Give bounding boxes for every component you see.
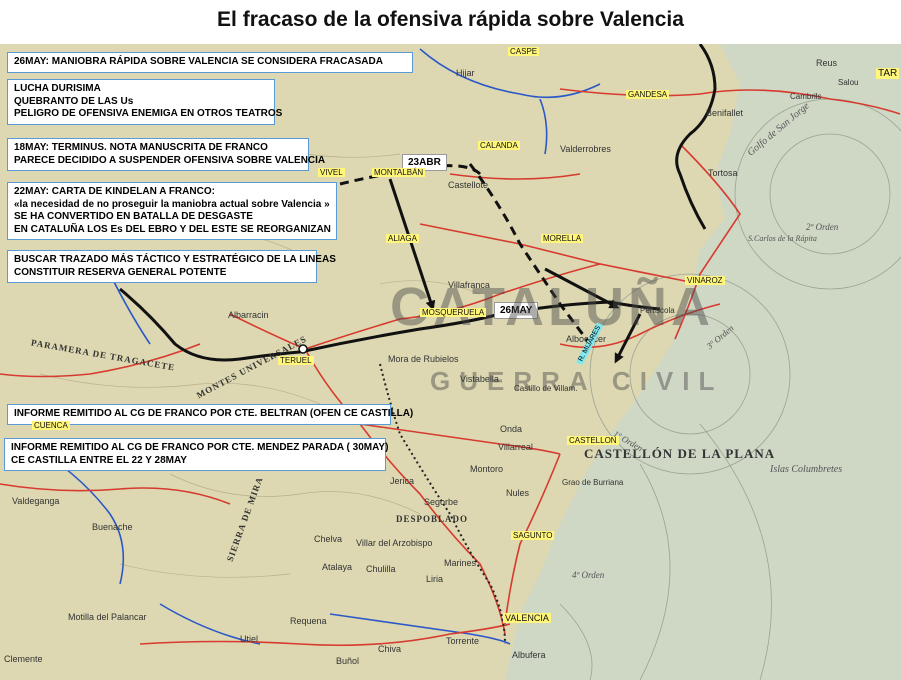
place-albufera: Albufera <box>512 650 546 660</box>
place-torrente: Torrente <box>446 636 480 646</box>
place-montalban: MONTALBÁN <box>372 168 426 177</box>
place-buenache: Buenache <box>92 522 133 532</box>
note-box-3: 18MAY: TERMINUS. NOTA MANUSCRITA DE FRAN… <box>7 138 326 171</box>
sea-orden4: 4º Orden <box>572 570 605 580</box>
place-valderrobres: Valderrobres <box>560 144 611 154</box>
note-line: INFORME REMITIDO AL CG DE FRANCO POR CTE… <box>11 442 389 453</box>
note-box-1: 26MAY: MANIOBRA RÁPIDA SOBRE VALENCIA SE… <box>7 52 413 73</box>
note-line: INFORME REMITIDO AL CG DE FRANCO POR CTE… <box>14 408 414 419</box>
note-box-7: INFORME REMITIDO AL CG DE FRANCO POR CTE… <box>4 438 389 471</box>
place-marines: Marines <box>444 558 477 568</box>
note-line: 22MAY: CARTA DE KINDELAN A FRANCO: <box>14 186 215 197</box>
place-villarreal: Villarreal <box>498 442 533 452</box>
note-line: CE CASTILLA ENTRE EL 22 Y 28MAY <box>11 454 187 466</box>
note-line: «la necesidad de no proseguir la maniobr… <box>14 198 330 210</box>
place-vistabella: Vistabella <box>460 374 499 384</box>
place-chulilla: Chulilla <box>366 564 396 574</box>
place-aliaga: ALIAGA <box>386 234 419 243</box>
page-title: El fracaso de la ofensiva rápida sobre V… <box>217 8 684 31</box>
place-teruel: TERUEL <box>278 356 314 365</box>
note-line: EN CATALUÑA LOS Es DEL EBRO Y DEL ESTE S… <box>14 223 331 235</box>
place-liria: Liria <box>426 574 444 584</box>
note-line: CONSTITUIR RESERVA GENERAL POTENTE <box>14 266 227 278</box>
region-despoblado: DESPOBLADO <box>396 514 469 524</box>
place-segorbe: Segorbe <box>424 497 459 507</box>
place-penyscola: Peñiscola <box>640 306 675 315</box>
place-valencia: VALENCIA <box>503 613 551 623</box>
place-clemente: Clemente <box>4 654 43 664</box>
place-chiva: Chiva <box>378 644 402 654</box>
note-line: SE HA CONVERTIDO EN BATALLA DE DESGASTE <box>14 211 253 222</box>
place-requena: Requena <box>290 616 327 626</box>
place-vivel: VIVEL <box>318 168 345 177</box>
place-mosqueruela: MOSQUERUELA <box>420 308 487 317</box>
note-line: PELIGRO DE OFENSIVA ENEMIGA EN OTROS TEA… <box>14 108 283 119</box>
place-tarragona: TAR <box>876 68 900 79</box>
place-chelva: Chelva <box>314 534 343 544</box>
place-burriana: Grao de Burriana <box>562 478 624 487</box>
note-line: PARECE DECIDIDO A SUSPENDER OFENSIVA SOB… <box>14 154 326 166</box>
place-calanda: CALANDA <box>478 141 520 150</box>
place-atalaya: Atalaya <box>322 562 353 572</box>
sea-sancarlos: S.Carlos de la Rápita <box>748 234 817 243</box>
place-montoro: Montoro <box>470 464 504 474</box>
region-castellon: CASTELLÓN DE LA PLANA <box>584 446 776 461</box>
place-benifallet: Benifallet <box>706 108 744 118</box>
note-box-4: 22MAY: CARTA DE KINDELAN A FRANCO: «la n… <box>7 182 337 240</box>
place-vinaroz: VINAROZ <box>685 276 725 285</box>
place-sagunto: SAGUNTO <box>511 531 555 540</box>
place-villafranca: Villafranca <box>448 280 490 290</box>
place-caspe: CASPE <box>508 47 540 56</box>
place-tortosa: Tortosa <box>708 168 738 178</box>
place-cuenca: CUENCA <box>32 421 70 430</box>
place-utiel: Utiel <box>240 634 259 644</box>
place-valdeganga: Valdeganga <box>12 496 60 506</box>
historical-map[interactable]: 26MAY: MANIOBRA RÁPIDA SOBRE VALENCIA SE… <box>0 44 901 680</box>
place-gandesa: GANDESA <box>626 90 670 99</box>
sea-orden2: 2º Orden <box>806 222 839 232</box>
place-castellote: Castellote <box>448 180 489 190</box>
place-hijar: Hijar <box>456 68 475 78</box>
place-castillo: Castillo de Villam. <box>514 384 578 393</box>
place-jerica: Jerica <box>390 476 415 486</box>
place-reus: Reus <box>816 58 838 68</box>
note-box-5: BUSCAR TRAZADO MÁS TÁCTICO Y ESTRATÉGICO… <box>7 250 336 283</box>
place-albarracin: Albarracin <box>228 310 269 320</box>
note-line: BUSCAR TRAZADO MÁS TÁCTICO Y ESTRATÉGICO… <box>14 254 336 265</box>
note-box-2: LUCHA DURISIMA QUEBRANTO DE LAS Us PELIG… <box>7 79 283 125</box>
note-line: 26MAY: MANIOBRA RÁPIDA SOBRE VALENCIA SE… <box>14 56 383 67</box>
place-morella: MORELLA <box>541 234 584 243</box>
note-line: QUEBRANTO DE LAS Us <box>14 95 134 107</box>
sea-columbretes: Islas Columbretes <box>770 464 843 475</box>
place-onda: Onda <box>500 424 523 434</box>
place-motilla: Motilla del Palancar <box>68 612 147 622</box>
place-nules: Nules <box>506 488 530 498</box>
note-line: 18MAY: TERMINUS. NOTA MANUSCRITA DE FRAN… <box>14 142 268 153</box>
place-bunol: Buñol <box>336 656 360 666</box>
place-villar: Villar del Arzobispo <box>356 538 433 548</box>
place-salou: Salou <box>838 78 859 87</box>
place-cambrils: Cambrils <box>790 92 822 101</box>
place-mora: Mora de Rubielos <box>388 354 459 364</box>
note-line: LUCHA DURISIMA <box>14 83 101 94</box>
